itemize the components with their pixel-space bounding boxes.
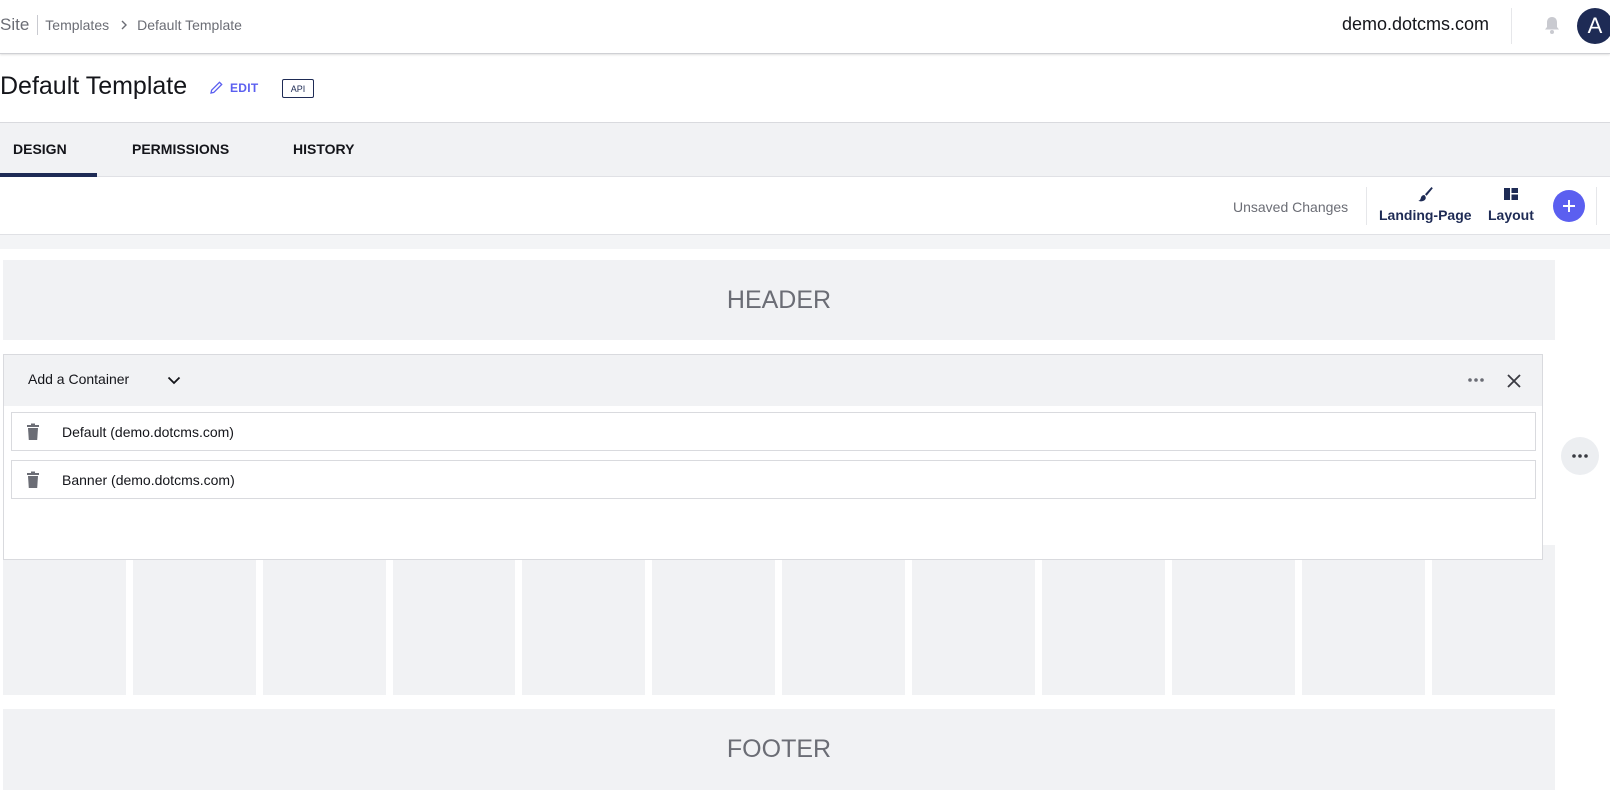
breadcrumb-current: Default Template [137,17,242,33]
landing-page-label: Landing-Page [1379,207,1472,223]
grid-column[interactable] [1302,545,1425,695]
grid-column[interactable] [263,545,386,695]
avatar[interactable]: A [1577,8,1610,44]
container-item-label: Default (demo.dotcms.com) [62,423,234,440]
more-horizontal-icon [1572,454,1588,458]
header-section[interactable]: HEADER [3,260,1555,340]
breadcrumb-templates[interactable]: Templates [45,17,109,33]
divider [1511,8,1512,44]
bell-icon[interactable] [1543,15,1561,35]
page-title: Default Template [0,72,188,100]
row-options-button[interactable] [1561,437,1599,475]
grid-column[interactable] [133,545,256,695]
chevron-right-icon [121,20,128,30]
close-icon[interactable] [1506,373,1522,389]
status-text: Unsaved Changes [1233,199,1349,215]
divider [1596,187,1597,225]
container-box-header: Add a Container [4,355,1542,406]
grid-column[interactable] [522,545,645,695]
divider [1366,187,1367,225]
tab-history[interactable]: HISTORY [293,123,354,177]
container-item-label: Banner (demo.dotcms.com) [62,471,235,488]
breadcrumb: Site Templates Default Template [0,0,242,50]
grid-column[interactable] [1172,545,1295,695]
trash-icon[interactable] [26,471,40,489]
grid-column[interactable] [1432,545,1555,695]
container-item: Banner (demo.dotcms.com) [11,460,1536,499]
add-container-dropdown[interactable]: Add a Container [28,371,129,387]
chevron-down-icon[interactable] [166,372,182,388]
tab-design[interactable]: DESIGN [0,123,97,177]
grid-column[interactable] [393,545,515,695]
grid-column[interactable] [1042,545,1165,695]
grid-column[interactable] [782,545,905,695]
layout-button[interactable]: Layout [1488,185,1534,223]
breadcrumb-site[interactable]: Site [0,15,39,35]
canvas-top-band [0,235,1610,249]
grid-column[interactable] [3,545,126,695]
footer-section[interactable]: FOOTER [3,709,1555,790]
container-box: Add a Container Default (demo.dotcms.com… [3,354,1543,560]
api-button[interactable]: API [282,79,314,98]
layout-icon [1503,188,1518,200]
trash-icon[interactable] [26,423,40,441]
container-item: Default (demo.dotcms.com) [11,412,1536,451]
landing-page-button[interactable]: Landing-Page [1379,185,1472,223]
tab-permissions[interactable]: PERMISSIONS [132,123,229,177]
paintbrush-icon [1418,187,1434,202]
more-horizontal-icon[interactable] [1466,372,1486,388]
layout-label: Layout [1488,207,1534,223]
top-bar: Site Templates Default Template demo.dot… [0,0,1610,54]
add-row-button[interactable] [1553,190,1585,222]
grid-column[interactable] [652,545,775,695]
design-toolbar: Unsaved Changes Landing-Page Layout [0,177,1610,235]
pencil-icon [210,81,223,94]
tab-bar: DESIGN PERMISSIONS HISTORY [0,122,1610,177]
grid-column[interactable] [912,545,1035,695]
template-canvas: HEADER Add a Container Default (demo.dot… [0,235,1610,790]
plus-icon [1563,200,1575,212]
edit-label: EDIT [230,80,259,95]
edit-button[interactable]: EDIT [209,80,259,95]
site-selector[interactable]: demo.dotcms.com [1342,14,1489,35]
